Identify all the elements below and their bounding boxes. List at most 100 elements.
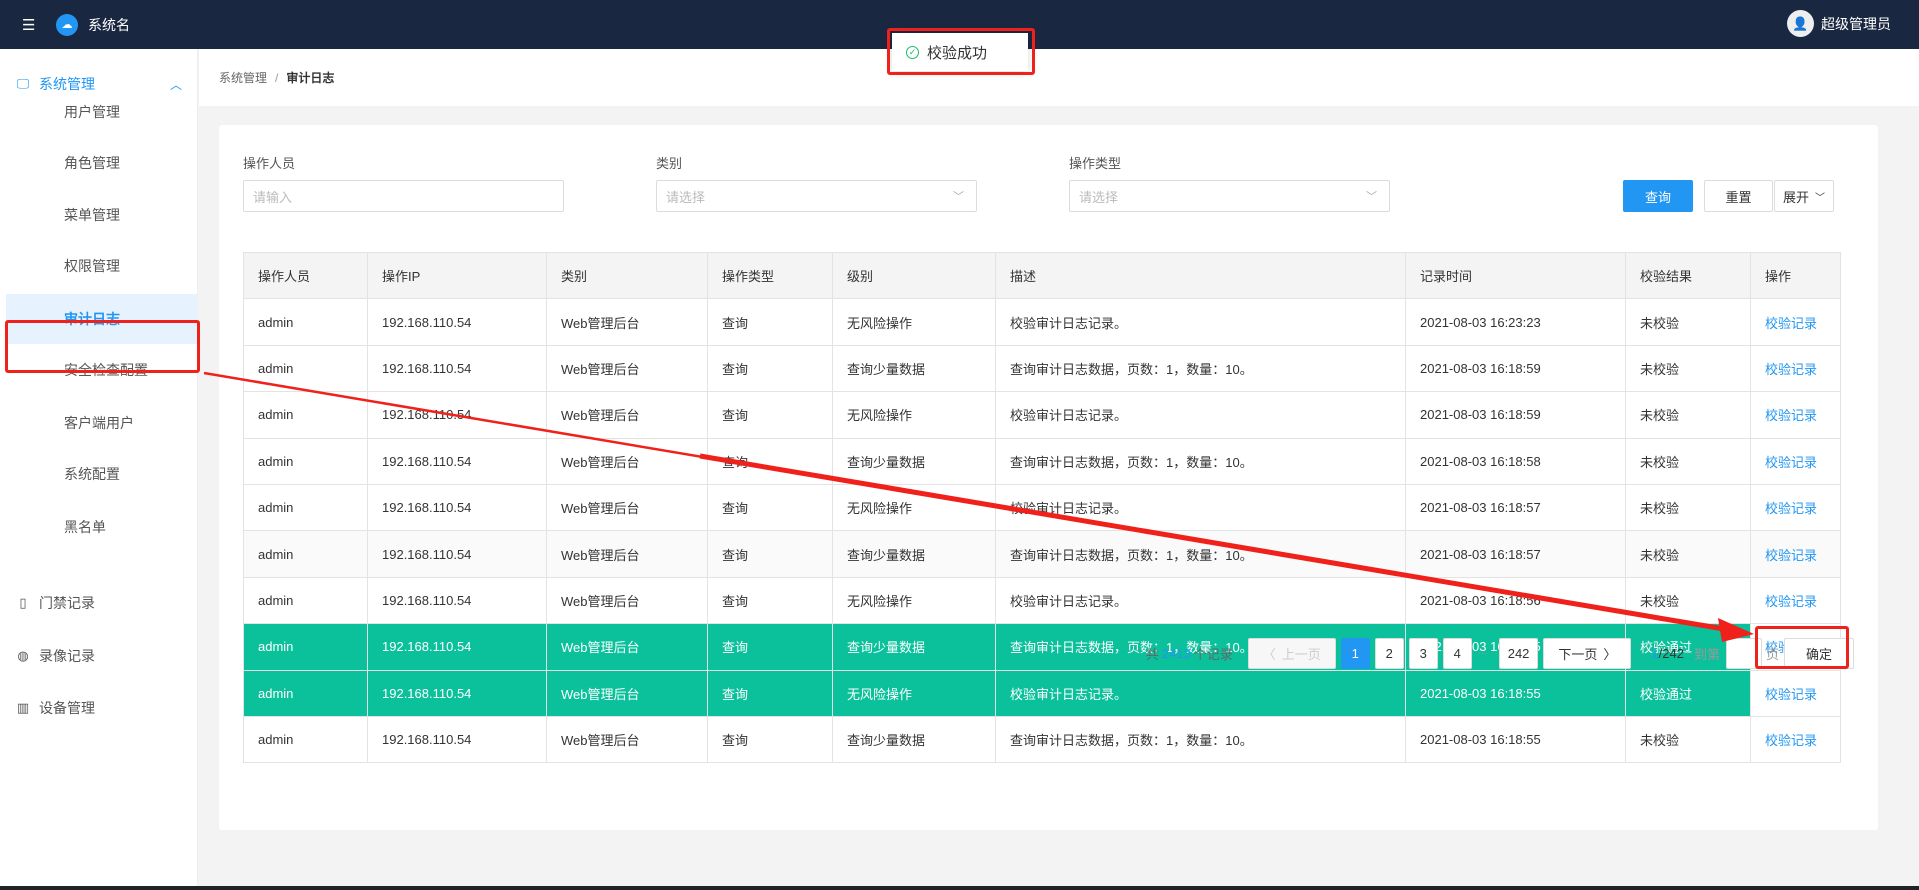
verify-record-link[interactable]: 校验记录 — [1765, 408, 1817, 423]
table-cell: Web管理后台 — [546, 391, 708, 439]
chevron-left-icon: 〈 — [1262, 646, 1276, 662]
operator-input[interactable]: 请输入 — [243, 180, 564, 212]
table-cell: 查询 — [707, 483, 833, 532]
op-type-select[interactable]: 请选择 ﹀ — [1069, 180, 1390, 212]
table-row[interactable]: admin 192.168.110.54 Web管理后台 查询 查询少量数据 查询审计日志… — [243, 437, 1841, 485]
chevron-down-icon: ﹀ — [953, 191, 964, 203]
table-row[interactable]: admin 192.168.110.54 Web管理后台 查询 无风险操作 校验审计日志记… — [243, 576, 1841, 625]
column-header: 校验结果 — [1625, 251, 1751, 300]
goto-confirm-button[interactable]: 确定 — [1784, 637, 1854, 669]
table-cell: Web管理后台 — [546, 669, 708, 717]
goto-page-input[interactable] — [1725, 637, 1762, 669]
table-cell: 查询少量数据 — [832, 344, 996, 393]
prev-page-button[interactable]: 〈上一页 — [1247, 637, 1336, 669]
table-cell: Web管理后台 — [546, 298, 708, 346]
sidebar-group-label: 设备管理 — [39, 700, 95, 716]
sidebar-item-7[interactable]: 系统配置 — [6, 449, 198, 499]
table-cell: Web管理后台 — [546, 437, 708, 485]
table-cell: 查询 — [707, 530, 833, 578]
success-toast: ✓ 校验成功 — [892, 33, 1028, 71]
table-row[interactable]: admin 192.168.110.54 Web管理后台 查询 无风险操作 校验审计日志记… — [243, 483, 1841, 532]
table-cell: 校验记录 — [1750, 391, 1841, 439]
table-cell: 查询 — [707, 298, 833, 346]
operator-label: 操作人员 — [243, 156, 296, 171]
total-suffix: 个记录 — [1193, 646, 1233, 662]
sidebar-item-8[interactable]: 黑名单 — [6, 502, 198, 552]
table-cell: 查询 — [707, 669, 833, 717]
table-row[interactable]: admin 192.168.110.54 Web管理后台 查询 无风险操作 校验审计日志记… — [243, 298, 1841, 346]
query-button[interactable]: 查询 — [1623, 180, 1693, 212]
sidebar-group-access[interactable]: ▯ 门禁记录 — [0, 583, 198, 623]
table-cell: 192.168.110.54 — [367, 623, 547, 671]
user-menu[interactable]: 👤 超级管理员 — [1787, 10, 1891, 37]
table-row[interactable]: admin 192.168.110.54 Web管理后台 查询 查询少量数据 查询审计日志… — [243, 344, 1841, 393]
expand-label: 展开 — [1782, 189, 1809, 205]
expand-button[interactable]: 展开 ﹀ — [1774, 180, 1834, 212]
sidebar-item-4[interactable]: 审计日志 — [6, 294, 198, 344]
table-cell: 未校验 — [1625, 576, 1751, 625]
table-cell: 未校验 — [1625, 483, 1751, 532]
table-cell: admin — [243, 437, 368, 485]
table-cell: 校验记录 — [1750, 715, 1841, 764]
table-cell: 查询 — [707, 623, 833, 671]
table-cell: 查询 — [707, 344, 833, 393]
table-row[interactable]: admin 192.168.110.54 Web管理后台 查询 查询少量数据 查询审计日志… — [243, 530, 1841, 578]
sidebar-item-label: 审计日志 — [64, 311, 120, 327]
verify-record-link[interactable]: 校验记录 — [1765, 687, 1817, 702]
table-cell: 校验审计日志记录。 — [995, 576, 1406, 625]
sidebar-item-5[interactable]: 安全检查配置 — [6, 345, 198, 395]
verify-record-link[interactable]: 校验记录 — [1765, 455, 1817, 470]
sidebar-item-6[interactable]: 客户端用户 — [6, 398, 198, 448]
video-search-icon: ◍ — [17, 648, 29, 663]
chevron-down-icon: ﹀ — [1815, 192, 1825, 204]
table-cell: 校验记录 — [1750, 530, 1841, 578]
sidebar-item-2[interactable]: 菜单管理 — [6, 190, 198, 240]
verify-record-link[interactable]: 校验记录 — [1765, 362, 1817, 377]
table-cell: 校验记录 — [1750, 344, 1841, 393]
sidebar-item-label: 菜单管理 — [64, 207, 120, 223]
table-cell: 无风险操作 — [832, 576, 996, 625]
table-cell: Web管理后台 — [546, 715, 708, 764]
page-last-button[interactable]: 242 — [1498, 637, 1539, 669]
placeholder: 请选择 — [1079, 189, 1119, 205]
table-row[interactable]: admin 192.168.110.54 Web管理后台 查询 查询少量数据 查询审计日志… — [243, 715, 1841, 764]
table-row[interactable]: admin 192.168.110.54 Web管理后台 查询 无风险操作 校验审计日志记… — [243, 391, 1841, 439]
sidebar-group-device[interactable]: ▥ 设备管理 — [0, 688, 198, 728]
page-3-button[interactable]: 3 — [1408, 637, 1438, 669]
reset-button[interactable]: 重置 — [1704, 180, 1773, 212]
next-page-button[interactable]: 下一页〉 — [1543, 637, 1632, 669]
verify-record-link[interactable]: 校验记录 — [1765, 316, 1817, 331]
table-cell: 未校验 — [1625, 344, 1751, 393]
table-cell: Web管理后台 — [546, 344, 708, 393]
cloud-logo-icon: ☁ — [56, 13, 78, 36]
column-header: 记录时间 — [1405, 251, 1626, 300]
category-select[interactable]: 请选择 ﹀ — [656, 180, 977, 212]
menu-fold-icon[interactable]: ☰ — [22, 16, 38, 34]
verify-record-link[interactable]: 校验记录 — [1765, 548, 1817, 563]
check-circle-icon: ✓ — [906, 45, 919, 59]
sidebar-item-3[interactable]: 权限管理 — [6, 241, 198, 291]
table-cell: admin — [243, 669, 368, 717]
page-2-button[interactable]: 2 — [1374, 637, 1404, 669]
ellipsis[interactable]: ··· — [1478, 648, 1488, 659]
table-row[interactable]: admin 192.168.110.54 Web管理后台 查询 无风险操作 校验审计日志记… — [243, 669, 1841, 717]
verify-record-link[interactable]: 校验记录 — [1765, 733, 1817, 748]
sidebar-item-0[interactable]: 用户管理 — [6, 87, 198, 137]
breadcrumb-parent[interactable]: 系统管理 — [219, 69, 267, 86]
sidebar: 🖵 系统管理 ︿ 用户管理 角色管理 菜单管理 权限管理 审计日志 安全检查配置 客户端用户… — [0, 49, 198, 890]
audit-log-table: 操作人员 操作IP 类别 操作类型 级别 描述 记录时间 校验结果 操作 admin 192.16… — [243, 251, 1841, 764]
column-header: 描述 — [995, 251, 1406, 300]
table-cell: 校验记录 — [1750, 576, 1841, 625]
verify-record-link[interactable]: 校验记录 — [1765, 501, 1817, 516]
table-cell: 未校验 — [1625, 530, 1751, 578]
page-1-button[interactable]: 1 — [1340, 637, 1370, 669]
sidebar-item-1[interactable]: 角色管理 — [6, 138, 198, 188]
sidebar-item-label: 角色管理 — [64, 155, 120, 171]
sidebar-group-video[interactable]: ◍ 录像记录 — [0, 636, 198, 676]
toast-message: 校验成功 — [927, 44, 988, 62]
verify-record-link[interactable]: 校验记录 — [1765, 594, 1817, 609]
table-cell: 未校验 — [1625, 391, 1751, 439]
table-cell: admin — [243, 298, 368, 346]
page-4-button[interactable]: 4 — [1442, 637, 1472, 669]
column-header: 操作类型 — [707, 251, 833, 300]
